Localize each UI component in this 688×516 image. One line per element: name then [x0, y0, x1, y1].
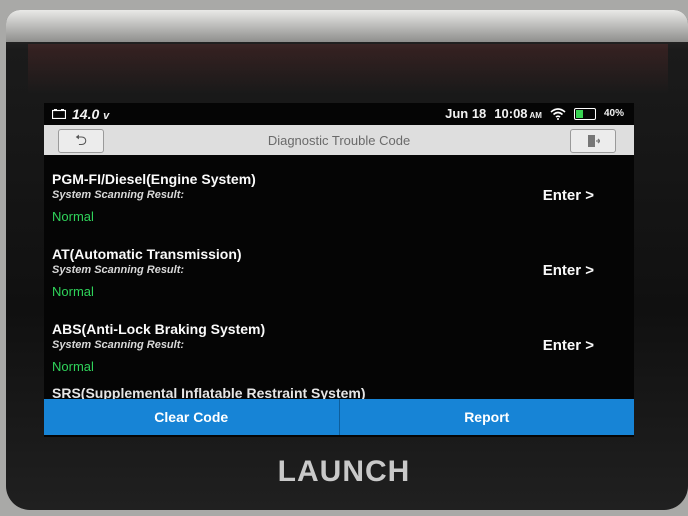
scan-result: Normal: [52, 284, 94, 299]
vehicle-battery-icon: [52, 109, 66, 119]
system-row[interactable]: ABS(Anti-Lock Braking System) System Sca…: [44, 307, 634, 382]
system-row[interactable]: PGM-FI/Diesel(Engine System) System Scan…: [44, 157, 634, 232]
scan-result: Normal: [52, 209, 94, 224]
enter-button[interactable]: Enter >: [543, 337, 594, 354]
status-left: 14.0 v: [52, 106, 109, 122]
system-name: AT(Automatic Transmission): [52, 246, 242, 262]
voltage-unit: v: [103, 110, 110, 122]
exit-button[interactable]: [570, 129, 616, 153]
scan-label: System Scanning Result:: [52, 339, 185, 351]
status-date: Jun 18: [445, 106, 487, 121]
launch-logo: LAUNCH: [277, 455, 411, 488]
scan-result: Normal: [52, 359, 94, 374]
voltage-value: 14.0 v: [72, 106, 109, 122]
wifi-icon: [550, 107, 566, 120]
enter-button[interactable]: Enter >: [543, 187, 594, 204]
system-name: ABS(Anti-Lock Braking System): [52, 321, 266, 337]
title-bar: ⮌ Diagnostic Trouble Code: [44, 125, 634, 155]
status-time-value: 10:08: [494, 106, 528, 121]
bezel-glare: [28, 44, 668, 94]
status-bar: 14.0 v Jun 18 10:08 AM 40%: [44, 103, 634, 125]
system-row[interactable]: AT(Automatic Transmission) System Scanni…: [44, 232, 634, 307]
action-bar: Clear Code Report: [44, 399, 634, 435]
status-time: 10:08 AM: [494, 106, 542, 121]
exit-door-icon: [588, 135, 601, 147]
enter-button[interactable]: Enter >: [543, 262, 594, 279]
device-top-edge: [6, 10, 688, 42]
battery-icon: [573, 107, 596, 120]
tablet-screen: 14.0 v Jun 18 10:08 AM 40% ⮌ Diagnostic T…: [44, 103, 634, 437]
clear-code-button[interactable]: Clear Code: [44, 399, 339, 435]
battery-percent: 40%: [603, 108, 624, 119]
report-button[interactable]: Report: [338, 399, 635, 435]
system-list: PGM-FI/Diesel(Engine System) System Scan…: [44, 157, 634, 402]
scan-label: System Scanning Result:: [52, 189, 185, 201]
system-name: PGM-FI/Diesel(Engine System): [52, 171, 256, 187]
scan-label: System Scanning Result:: [52, 264, 185, 276]
page-title: Diagnostic Trouble Code: [267, 133, 411, 148]
status-right: Jun 18 10:08 AM 40%: [445, 106, 624, 121]
voltage-number: 14.0: [72, 106, 100, 122]
status-ampm: AM: [529, 111, 542, 120]
